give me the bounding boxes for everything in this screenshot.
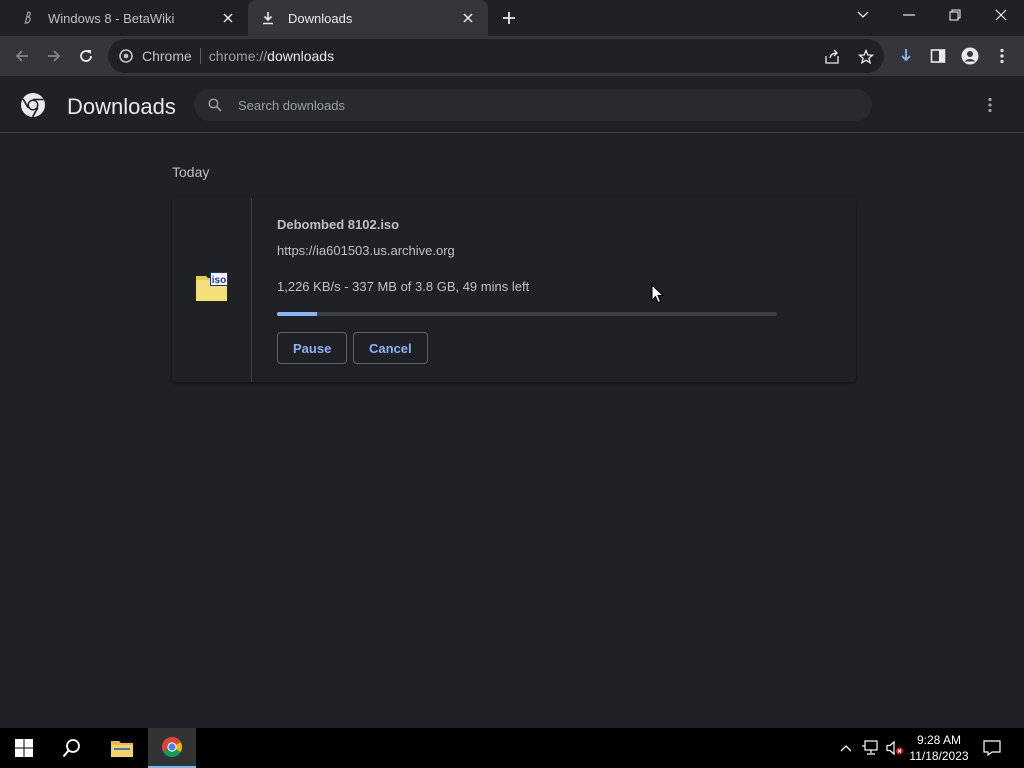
- pause-button[interactable]: Pause: [277, 332, 348, 364]
- arrow-left-icon: [15, 50, 28, 62]
- notification-icon: [983, 740, 1001, 756]
- clock-time: 9:28 AM: [916, 733, 962, 747]
- network-icon: [862, 740, 878, 755]
- downloads-menu-button[interactable]: [978, 93, 1002, 117]
- address-bar[interactable]: Chrome chrome://downloads: [108, 39, 884, 73]
- betawiki-favicon-icon: [20, 10, 36, 26]
- date-group-label: Today: [172, 164, 210, 180]
- search-downloads-field[interactable]: Search downloads: [194, 89, 872, 121]
- bookmark-button[interactable]: [856, 47, 876, 67]
- download-arrow-icon: [901, 49, 911, 62]
- chrome-icon: [118, 48, 134, 64]
- forward-button[interactable]: [39, 41, 69, 71]
- omnibox-divider: [199, 48, 201, 64]
- tab-strip: Windows 8 - BetaWiki Downloads: [0, 0, 1024, 36]
- search-icon: [206, 96, 224, 114]
- chevron-down-icon: [857, 11, 869, 18]
- url-prefix: chrome://: [208, 48, 268, 64]
- download-item: iso Debombed 8102.iso https://ia601503.u…: [172, 198, 856, 382]
- browser-toolbar: Chrome chrome://downloads: [0, 36, 1024, 76]
- close-window-button[interactable]: [978, 0, 1024, 30]
- back-button[interactable]: [7, 41, 37, 71]
- new-tab-button[interactable]: [498, 7, 520, 29]
- network-tray-button[interactable]: [861, 738, 881, 758]
- download-progress-bar: [277, 312, 777, 316]
- start-button[interactable]: [0, 728, 48, 768]
- tab-title: Downloads: [288, 10, 353, 26]
- url-text: chrome://downloads: [209, 48, 334, 64]
- url-host: downloads: [267, 48, 335, 64]
- progress-fill: [277, 312, 317, 316]
- minimize-button[interactable]: [886, 0, 932, 30]
- search-icon: [62, 739, 80, 758]
- mouse-cursor-icon: [651, 283, 665, 304]
- reload-icon: [80, 50, 92, 62]
- folder-icon: [111, 741, 133, 757]
- file-icon-badge: iso: [212, 275, 226, 286]
- tab-betawiki[interactable]: Windows 8 - BetaWiki: [8, 0, 248, 36]
- side-panel-button[interactable]: [926, 44, 950, 68]
- browser-menu-button[interactable]: [990, 44, 1014, 68]
- download-icon: [260, 10, 276, 26]
- chevron-up-icon: [840, 745, 852, 752]
- download-status-text: 1,226 KB/s - 337 MB of 3.8 GB, 49 mins l…: [277, 279, 530, 294]
- profile-button[interactable]: [958, 44, 982, 68]
- action-center-button[interactable]: [980, 736, 1004, 760]
- downloads-list: Today iso Debombed 8102.iso https://ia60…: [0, 134, 1024, 728]
- cancel-button[interactable]: Cancel: [353, 332, 428, 364]
- more-vertical-icon: [988, 97, 992, 113]
- tab-downloads[interactable]: Downloads: [248, 0, 488, 36]
- windows-logo-icon: [15, 739, 33, 757]
- source-url-link[interactable]: https://ia601503.us.archive.org: [277, 243, 455, 258]
- close-tab-icon[interactable]: [218, 8, 238, 28]
- clock-date: 11/18/2023: [909, 749, 969, 763]
- taskbar: 9:28 AM 11/18/2023: [0, 728, 1024, 768]
- tab-title: Windows 8 - BetaWiki: [48, 10, 175, 26]
- side-panel-icon: [930, 49, 946, 63]
- share-icon: [825, 49, 839, 64]
- volume-tray-button[interactable]: [885, 738, 905, 758]
- show-hidden-icons-button[interactable]: [836, 738, 856, 758]
- page-title: Downloads: [67, 94, 176, 119]
- clock[interactable]: 9:28 AM 11/18/2023: [906, 732, 972, 764]
- downloads-header: Downloads Search downloads: [0, 77, 1024, 133]
- reload-button[interactable]: [71, 41, 101, 71]
- volume-muted-icon: [886, 740, 903, 756]
- restore-icon: [949, 9, 961, 21]
- minimize-icon: [903, 14, 915, 16]
- downloads-button[interactable]: [894, 44, 918, 68]
- close-tab-icon[interactable]: [458, 8, 478, 28]
- taskbar-search-button[interactable]: [48, 728, 96, 768]
- site-label: Chrome: [142, 48, 192, 64]
- chrome-taskbar-button[interactable]: [148, 728, 196, 768]
- file-explorer-button[interactable]: [98, 728, 146, 768]
- file-icon-column: iso: [172, 198, 252, 382]
- iso-file-icon: iso: [196, 272, 228, 302]
- restore-button[interactable]: [932, 0, 978, 30]
- share-button[interactable]: [822, 47, 842, 67]
- chrome-color-icon: [162, 737, 182, 757]
- star-icon: [858, 49, 874, 65]
- more-vertical-icon: [1000, 48, 1004, 64]
- search-placeholder: Search downloads: [238, 97, 345, 113]
- file-name[interactable]: Debombed 8102.iso: [277, 217, 399, 232]
- close-icon: [995, 9, 1007, 21]
- plus-icon: [503, 12, 515, 24]
- tab-search-button[interactable]: [840, 0, 886, 30]
- arrow-right-icon: [48, 50, 61, 62]
- chrome-logo-icon: [20, 92, 46, 118]
- profile-icon: [961, 47, 979, 65]
